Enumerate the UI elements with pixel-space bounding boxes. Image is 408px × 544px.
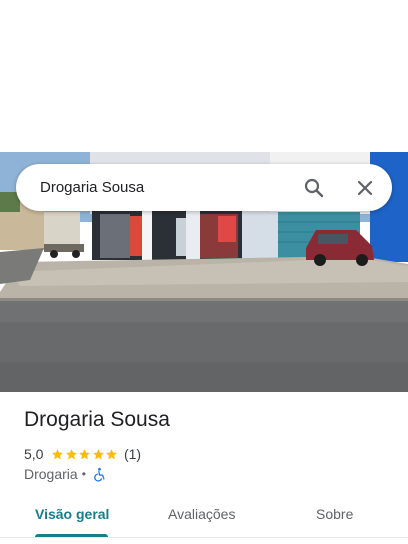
category-row: Drogaria • [24, 465, 107, 483]
star-icon [93, 448, 104, 459]
separator-dot: • [81, 467, 86, 481]
star-icon [52, 448, 64, 459]
search-icon[interactable] [302, 176, 326, 200]
close-icon[interactable] [353, 176, 377, 200]
place-title: Drogaria Sousa [24, 408, 170, 431]
tab-bar: Visão geral Avaliações Sobre [0, 498, 408, 538]
star-icon [106, 448, 118, 459]
rating-stars [51, 448, 119, 461]
map-area[interactable] [0, 0, 408, 152]
tab-overview[interactable]: Visão geral [35, 498, 109, 530]
review-count[interactable]: (1) [124, 446, 141, 462]
divider [0, 537, 408, 538]
wheelchair-icon [92, 467, 107, 482]
star-icon [79, 448, 91, 459]
rating-value: 5,0 [24, 446, 44, 462]
star-icon [66, 448, 77, 459]
rating-row[interactable]: 5,0 (1) [24, 445, 141, 463]
tab-about[interactable]: Sobre [316, 498, 353, 530]
search-bar[interactable]: Drogaria Sousa [16, 164, 392, 211]
tab-reviews[interactable]: Avaliações [168, 498, 235, 530]
place-page: Drogaria Sousa Drogaria Sousa 5,0 (1) Dr… [0, 0, 408, 544]
search-input[interactable]: Drogaria Sousa [40, 164, 144, 211]
place-category[interactable]: Drogaria [24, 466, 78, 482]
